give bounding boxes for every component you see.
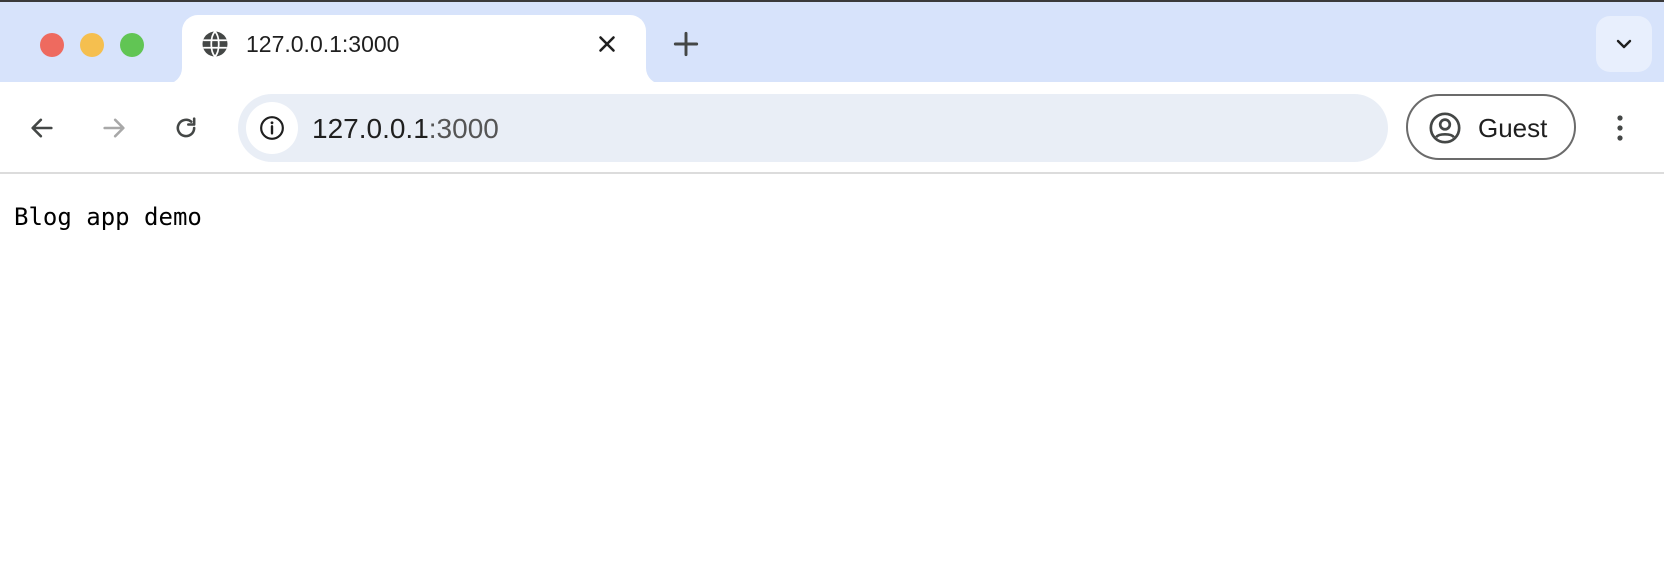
browser-menu-button[interactable] xyxy=(1600,104,1640,152)
window-close-button[interactable] xyxy=(40,33,64,57)
globe-icon xyxy=(200,29,230,59)
plus-icon xyxy=(673,31,699,57)
url-port: :3000 xyxy=(428,113,499,144)
url-text[interactable]: 127.0.0.1:3000 xyxy=(312,113,499,145)
page-body-text: Blog app demo xyxy=(14,203,202,231)
profile-button[interactable]: Guest xyxy=(1406,94,1576,160)
close-icon[interactable] xyxy=(594,31,620,57)
arrow-left-icon xyxy=(31,118,53,138)
profile-label: Guest xyxy=(1478,113,1548,143)
url-host: 127.0.0.1 xyxy=(312,113,429,144)
tab-title: 127.0.0.1:3000 xyxy=(246,31,400,57)
kebab-menu-icon xyxy=(1617,115,1623,141)
site-info-button[interactable] xyxy=(246,102,298,154)
chevron-down-icon xyxy=(1616,39,1632,49)
reload-icon xyxy=(176,117,196,138)
browser-window: 127.0.0.1:3000 127.0.0.1:3000 Guest Blog… xyxy=(0,0,1664,564)
toolbar: 127.0.0.1:3000 Guest xyxy=(0,82,1664,174)
tab-strip: 127.0.0.1:3000 xyxy=(0,0,1664,84)
tab-active[interactable]: 127.0.0.1:3000 xyxy=(182,15,646,84)
tab-search-button[interactable] xyxy=(1596,16,1652,72)
account-circle-icon xyxy=(1429,112,1461,144)
arrow-right-icon xyxy=(103,118,125,138)
forward-button[interactable] xyxy=(92,106,136,150)
reload-button[interactable] xyxy=(164,106,208,150)
info-icon xyxy=(260,116,284,140)
back-button[interactable] xyxy=(20,106,64,150)
page-content: Blog app demo xyxy=(0,174,1664,564)
window-minimize-button[interactable] xyxy=(80,33,104,57)
address-bar[interactable]: 127.0.0.1:3000 xyxy=(238,94,1388,162)
window-maximize-button[interactable] xyxy=(120,33,144,57)
new-tab-button[interactable] xyxy=(670,28,702,60)
